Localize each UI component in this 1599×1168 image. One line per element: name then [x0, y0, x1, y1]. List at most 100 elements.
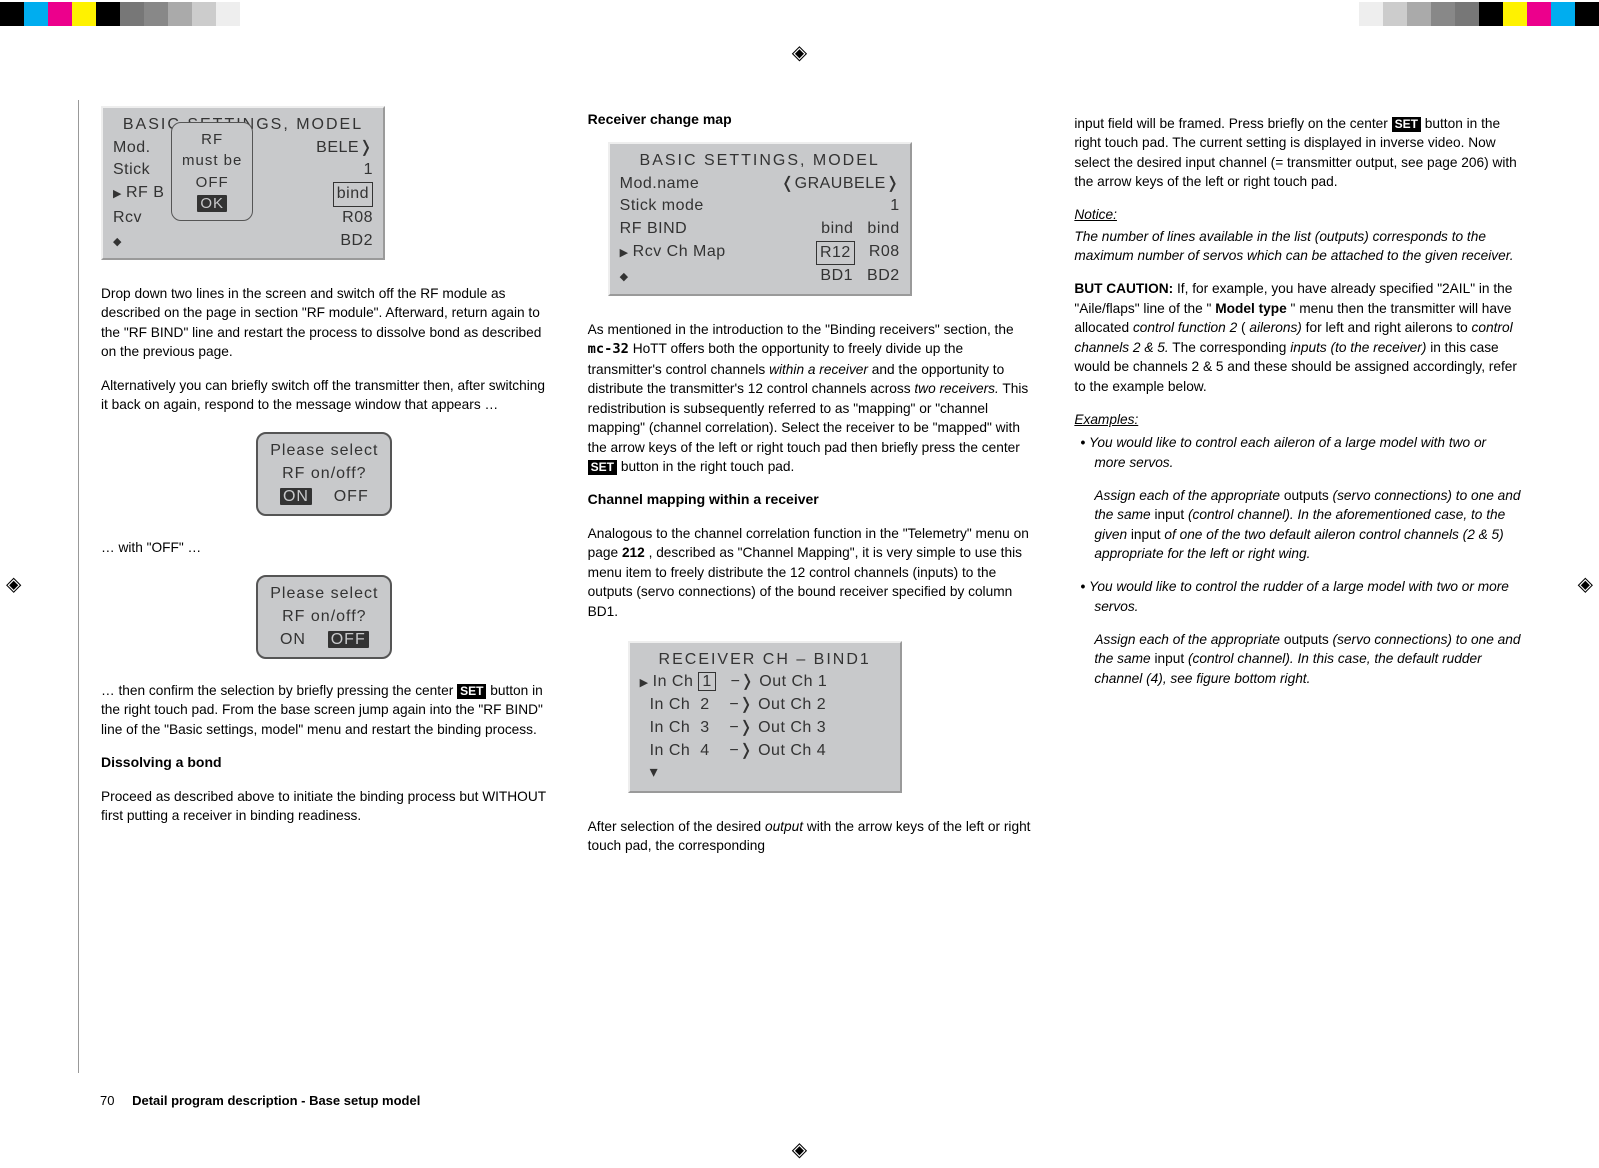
- lcd-cell: RF BIND: [620, 218, 688, 241]
- heading-dissolving-bond: Dissolving a bond: [101, 753, 548, 773]
- lcd-cell: Stick: [113, 159, 150, 182]
- lcd-cell-framed: R12: [816, 241, 855, 266]
- paragraph: After selection of the desired output wi…: [588, 817, 1035, 856]
- text-italic: inputs (to the receiver): [1290, 340, 1426, 355]
- text-italic: Assign each of the appropriate: [1094, 488, 1280, 503]
- text-frag: After selection of the desired: [588, 819, 765, 834]
- paragraph: input field will be framed. Press briefl…: [1074, 114, 1521, 192]
- example-2-body: Assign each of the appropriate outputs (…: [1094, 630, 1521, 688]
- popup-on-selected: ON: [280, 488, 312, 505]
- heading-receiver-change-map: Receiver change map: [588, 110, 1035, 130]
- page-number: 70: [100, 1093, 114, 1108]
- lcd-cell: In Ch: [650, 719, 691, 736]
- paragraph: Drop down two lines in the screen and sw…: [101, 284, 548, 362]
- text-frag: … then confirm the selection by briefly …: [101, 683, 457, 698]
- lcd-cell: BELE❭: [316, 137, 373, 160]
- lcd-cell: 2: [700, 696, 709, 713]
- color-squares-left: [0, 2, 240, 26]
- paragraph: BUT CAUTION: If, for example, you have a…: [1074, 279, 1521, 396]
- popup-line: OFF: [182, 172, 242, 193]
- lcd-cell-framed: bind: [333, 182, 373, 207]
- set-button-label: SET: [457, 684, 486, 699]
- lcd-cell: In Ch: [653, 673, 694, 690]
- popup-line: Please select: [270, 583, 378, 606]
- text-italic: ailerons): [1249, 320, 1302, 335]
- text-italic: two receivers.: [914, 381, 998, 396]
- text-italic: Assign each of the appropriate: [1094, 632, 1280, 647]
- paragraph: … then confirm the selection by briefly …: [101, 681, 548, 739]
- lcd-rcv-ch-map: BASIC SETTINGS, MODEL Mod.name❬GRAUBELE❭…: [608, 142, 912, 296]
- lcd-title: BASIC SETTINGS, MODEL: [620, 150, 900, 173]
- paragraph: … with "OFF" …: [101, 538, 548, 557]
- text-frag: outputs: [1284, 632, 1333, 647]
- page-footer: 70 Detail program description - Base set…: [100, 1093, 420, 1108]
- register-mark-left: ◈: [6, 572, 21, 597]
- register-mark-top: ◈: [792, 40, 807, 65]
- text-frag: , described as "Channel Mapping", it is …: [588, 545, 1022, 618]
- heading-channel-mapping: Channel mapping within a receiver: [588, 490, 1035, 510]
- lcd-cell: Mod.name: [620, 173, 700, 196]
- updown-icon: [620, 265, 629, 288]
- text-frag: input: [1154, 651, 1187, 666]
- updown-icon: [113, 230, 122, 253]
- lcd-cell: In Ch: [650, 696, 691, 713]
- text-frag: The corresponding: [1172, 340, 1290, 355]
- heading-examples: Examples:: [1074, 410, 1521, 429]
- lcd-cell: bind: [821, 218, 853, 241]
- lcd-cell-ptr: RF B: [113, 182, 164, 207]
- lcd-cell: BD2: [867, 265, 900, 288]
- text-italic: control function 2: [1133, 320, 1241, 335]
- paragraph: As mentioned in the introduction to the …: [588, 320, 1035, 477]
- popup-off-selected: OFF: [328, 631, 369, 648]
- text-frag: input: [1154, 507, 1187, 522]
- paragraph: Proceed as described above to initiate t…: [101, 787, 548, 826]
- text-frag: (: [1241, 320, 1246, 335]
- column-3: input field will be framed. Press briefl…: [1074, 100, 1521, 1073]
- lcd-cell: 3: [700, 719, 709, 736]
- lcd-cell: 4: [700, 742, 709, 759]
- lcd-cell: Out Ch 2: [758, 696, 826, 713]
- footer-title: Detail program description - Base setup …: [132, 1093, 420, 1108]
- example-2-title: You would like to control the rudder of …: [1094, 577, 1521, 616]
- text-italic: (control channel). In this case, the def…: [1094, 651, 1481, 685]
- lcd-cell-ptr: Rcv Ch Map: [620, 241, 726, 266]
- model-name: mc-32: [588, 341, 629, 357]
- popup-line: RF on/off?: [270, 606, 378, 629]
- lcd-cell: 1: [890, 195, 899, 218]
- column-2: Receiver change map BASIC SETTINGS, MODE…: [588, 100, 1035, 1073]
- lcd-cell: R08: [342, 207, 373, 230]
- down-arrow-icon: ▾: [650, 764, 659, 781]
- text-frag: input field will be framed. Press briefl…: [1074, 116, 1391, 131]
- lcd-cell: R08: [869, 241, 900, 266]
- popup-line: must be: [182, 150, 242, 171]
- heading-notice: Notice:: [1074, 205, 1521, 224]
- lcd-cell: Out Ch 1: [759, 673, 827, 690]
- text-frag: outputs: [1284, 488, 1333, 503]
- lcd-cell-framed: 1: [698, 672, 715, 691]
- text-frag: input: [1131, 527, 1164, 542]
- example-1-body: Assign each of the appropriate outputs (…: [1094, 486, 1521, 564]
- lcd-cell: BD1: [820, 265, 853, 288]
- set-button-label: SET: [588, 460, 617, 475]
- set-button-label: SET: [1392, 117, 1421, 132]
- popup-ok: OK: [197, 195, 227, 212]
- lcd-cell: In Ch: [650, 742, 691, 759]
- text-bold: BUT CAUTION:: [1074, 281, 1173, 296]
- example-1-title: You would like to control each aileron o…: [1094, 433, 1521, 472]
- page-content: BASIC SETTINGS, MODEL Mod. BELE❭ Stick 1 R…: [78, 100, 1521, 1073]
- lcd-cell: BD2: [340, 230, 373, 253]
- text-italic: output: [765, 819, 803, 834]
- color-squares-right: [1359, 2, 1599, 26]
- paragraph-italic: The number of lines available in the lis…: [1074, 227, 1521, 266]
- lcd-popup-rf-must-be-off: RF must be OFF OK: [171, 122, 253, 221]
- lcd-cell: Mod.: [113, 137, 151, 160]
- popup-off: OFF: [334, 488, 369, 505]
- popup-on: ON: [280, 631, 306, 648]
- popup-line: Please select: [270, 440, 378, 463]
- text-bold: Model type: [1215, 301, 1287, 316]
- lcd-cell: Out Ch 4: [758, 742, 826, 759]
- lcd-cell: Out Ch 3: [758, 719, 826, 736]
- text-frag: for left and right ailerons to: [1306, 320, 1472, 335]
- column-1: BASIC SETTINGS, MODEL Mod.BELE❭ Stick1 R…: [101, 100, 548, 1073]
- lcd-cell: Rcv: [113, 207, 142, 230]
